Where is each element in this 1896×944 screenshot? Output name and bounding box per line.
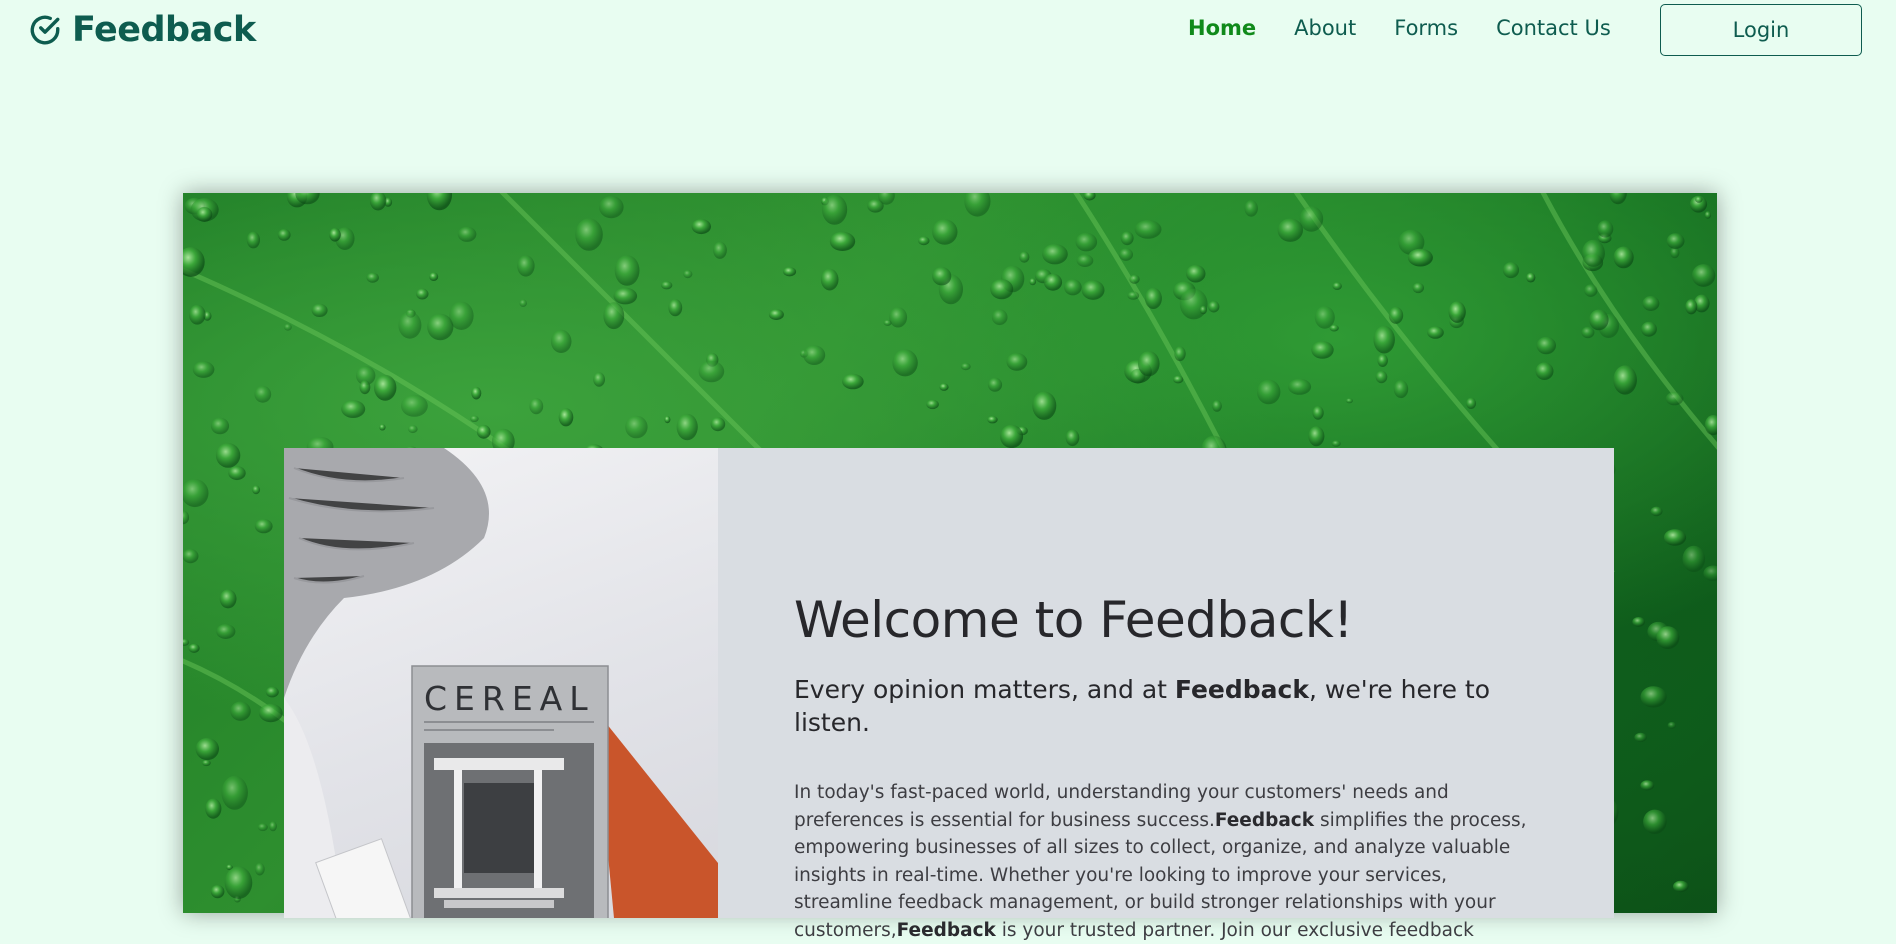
main-nav: Home About Forms Contact Us (1188, 16, 1611, 40)
hero-subtitle: Every opinion matters, and at Feedback, … (794, 675, 1491, 737)
login-button[interactable]: Login (1660, 4, 1862, 56)
hero-description: In today's fast-paced world, understandi… (794, 782, 1527, 941)
brand-mention: Feedback (1214, 809, 1315, 831)
magazine-photo: CEREAL (284, 448, 718, 918)
nav-item-contact-us[interactable]: Contact Us (1496, 16, 1611, 40)
brand-logo[interactable]: Feedback (28, 10, 256, 50)
page-title: Welcome to Feedback! (794, 591, 1353, 649)
magazine-illustration: CEREAL (284, 448, 718, 918)
welcome-card: CEREAL Welcome to Feedback! Every opinio… (284, 448, 1614, 941)
nav-item-forms[interactable]: Forms (1394, 16, 1458, 40)
check-circle-icon (28, 13, 62, 47)
brand-name: Feedback (72, 10, 256, 50)
brand-mention: Feedback (1174, 675, 1309, 704)
brand-mention: Feedback (896, 919, 996, 941)
nav-item-home[interactable]: Home (1188, 16, 1256, 40)
nav-item-about[interactable]: About (1294, 16, 1356, 40)
navbar: Feedback Home About Forms Contact Us Log… (0, 0, 1896, 62)
magazine-cover-title: CEREAL (424, 679, 595, 718)
welcome-content: Welcome to Feedback! Every opinion matte… (718, 448, 1614, 941)
